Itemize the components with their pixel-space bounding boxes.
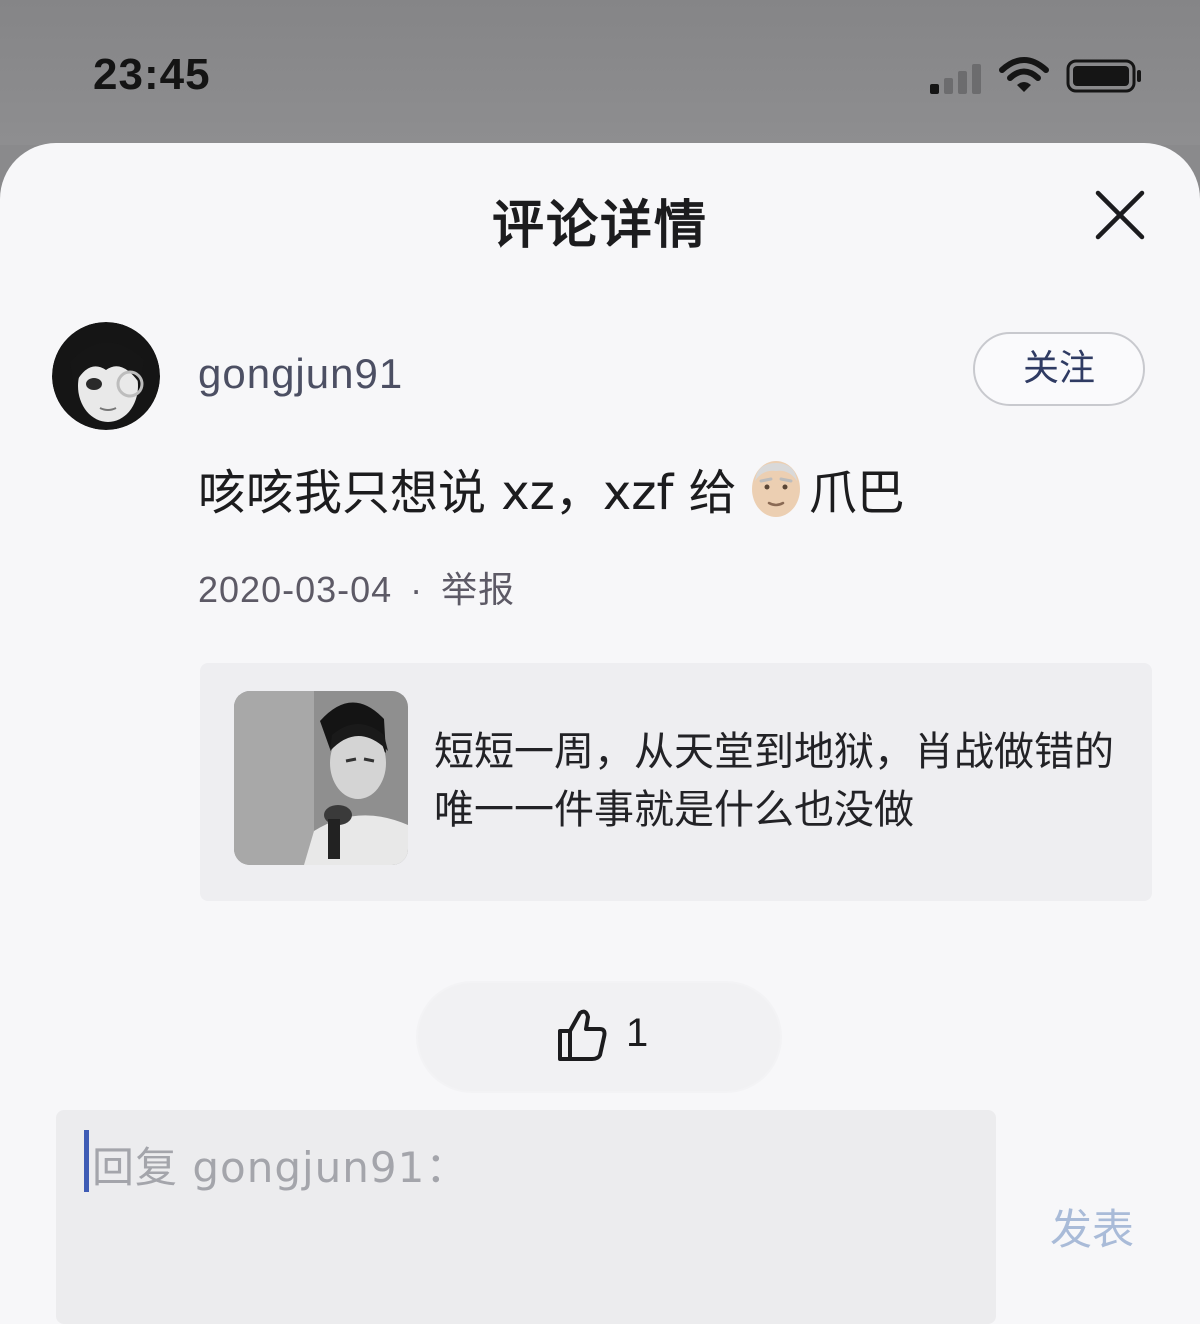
like-button[interactable]: 1 — [418, 983, 780, 1091]
status-bar: 23:45 — [0, 0, 1200, 145]
wifi-icon — [999, 57, 1049, 92]
quoted-post-text: 短短一周，从天堂到地狱，肖战做错的唯一一件事就是什么也没做 — [434, 729, 1114, 833]
meta-separator: · — [410, 569, 424, 610]
quoted-post-thumbnail — [234, 691, 408, 865]
thumbs-up-icon — [558, 1009, 607, 1061]
comment-text-part3: 爪巴 — [808, 465, 905, 521]
comment-date: 2020-03-04 — [198, 569, 393, 610]
follow-button[interactable]: 关注 — [973, 332, 1145, 406]
quoted-post-card[interactable]: 短短一周，从天堂到地狱，肖战做错的唯一一件事就是什么也没做 — [200, 663, 1152, 901]
avatar[interactable] — [52, 322, 160, 430]
report-link[interactable]: 举报 — [441, 570, 515, 611]
page-title: 评论详情 — [491, 196, 708, 256]
reply-placeholder: 回复 gongjun91： — [92, 1143, 469, 1192]
reply-input[interactable]: 回复 gongjun91： — [56, 1110, 996, 1324]
battery-icon — [1066, 59, 1141, 93]
status-time: 23:45 — [93, 50, 211, 99]
close-icon[interactable] — [1090, 185, 1150, 245]
old-man-emoji-icon — [751, 461, 800, 517]
username[interactable]: gongjun91 — [198, 350, 403, 398]
text-caret — [84, 1130, 89, 1192]
publish-button[interactable]: 发表 — [1050, 1196, 1134, 1257]
comment-text: 咳咳我只想说 xz， xzf 给 爪巴 — [198, 453, 905, 523]
comment-detail-sheet: 评论详情 gongjun91 关注 咳咳我只想说 xz， xzf 给 爪巴 20… — [0, 143, 1200, 1324]
comment-text-part2: xzf 给 — [602, 465, 737, 521]
signal-icon — [930, 64, 981, 94]
comment-text-part1: 咳咳我只想说 xz， — [198, 465, 603, 521]
like-count: 1 — [626, 1011, 649, 1055]
comment-meta: 2020-03-04 · 举报 — [198, 561, 515, 613]
